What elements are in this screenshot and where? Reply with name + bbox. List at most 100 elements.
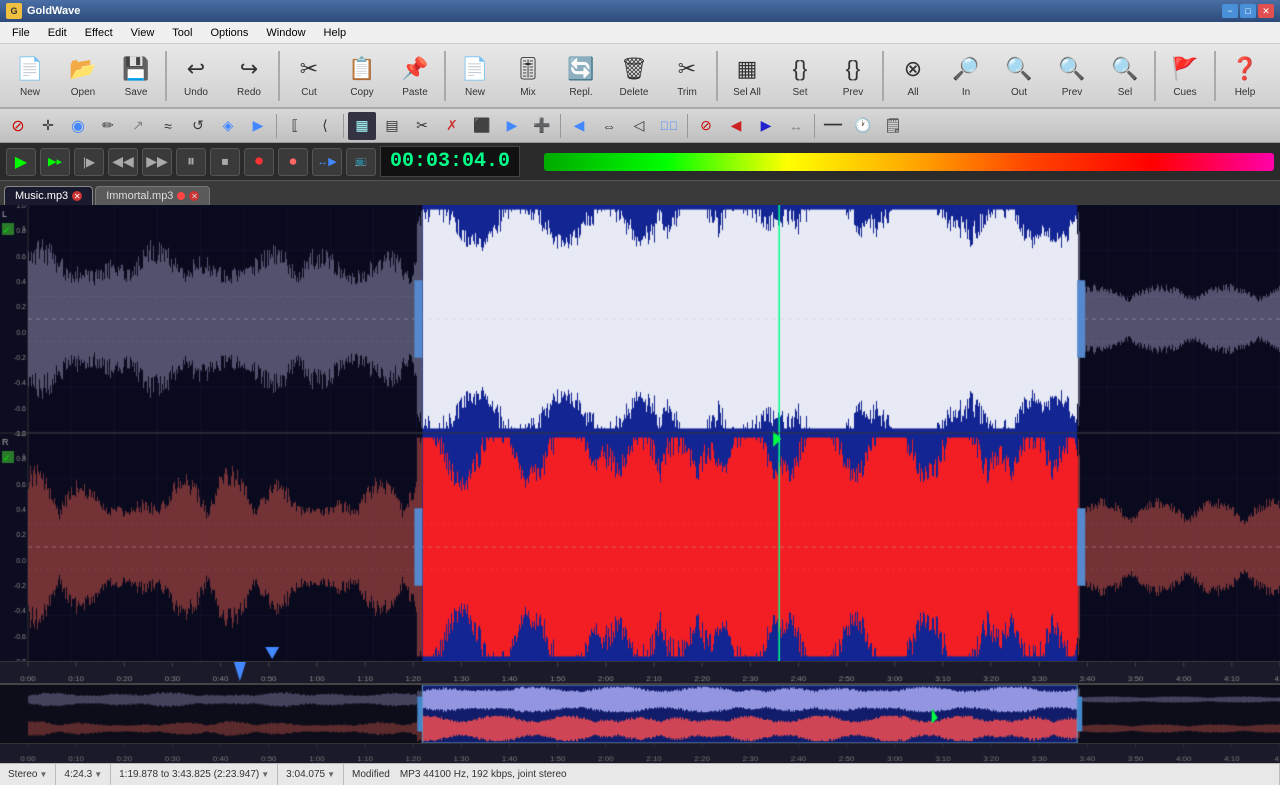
minimize-button[interactable]: − bbox=[1222, 4, 1238, 18]
effects-tool[interactable]: ⟨ bbox=[311, 112, 339, 140]
reverse-tool[interactable]: ↔ bbox=[782, 112, 810, 140]
draw-tool[interactable]: ✏ bbox=[94, 112, 122, 140]
cursor-tool[interactable]: ↗ bbox=[124, 112, 152, 140]
rightfade-tool[interactable]: ▶ bbox=[752, 112, 780, 140]
toolbar-btn-redo[interactable]: ↪Redo bbox=[223, 47, 275, 105]
toolbar-btn-paste[interactable]: 📌Paste bbox=[389, 47, 441, 105]
toolbar-btn-save[interactable]: 💾Save bbox=[110, 47, 162, 105]
toolbar-btn-label: Cut bbox=[301, 87, 317, 98]
play-button[interactable]: ▶ bbox=[6, 148, 36, 176]
toolbar-btn-copy[interactable]: 📋Copy bbox=[336, 47, 388, 105]
menu-item-window[interactable]: Window bbox=[258, 25, 313, 41]
fast-forward-button[interactable]: ▶▶ bbox=[142, 148, 172, 176]
toolbar-btn-trim[interactable]: ✂Trim bbox=[661, 47, 713, 105]
status-pos-arrow[interactable]: ▼ bbox=[327, 770, 335, 779]
toolbar-btn-cut[interactable]: ✂Cut bbox=[283, 47, 335, 105]
rewind-button[interactable]: ◀◀ bbox=[108, 148, 138, 176]
voldown-tool[interactable]: ━━━ bbox=[819, 112, 847, 140]
add-tool[interactable]: ➕ bbox=[528, 112, 556, 140]
toolbar-btn-out[interactable]: 🔍Out bbox=[993, 47, 1045, 105]
toolbar-btn-open[interactable]: 📂Open bbox=[57, 47, 109, 105]
status-selection: 1:19.878 to 3:43.825 (2:23.947) ▼ bbox=[111, 764, 278, 785]
status-selection-value: 1:19.878 to 3:43.825 (2:23.947) bbox=[119, 769, 259, 780]
status-format: Modified MP3 44100 Hz, 192 kbps, joint s… bbox=[344, 764, 1280, 785]
menu-item-file[interactable]: File bbox=[4, 25, 38, 41]
status-mode-value: Stereo bbox=[8, 769, 37, 780]
rotate-tool[interactable]: ↺ bbox=[184, 112, 212, 140]
spectrum2-tool[interactable]: ▤ bbox=[378, 112, 406, 140]
record-stop-button[interactable]: ⏺ bbox=[278, 148, 308, 176]
scissor-tool[interactable]: ✂ bbox=[408, 112, 436, 140]
minimap-canvas[interactable] bbox=[0, 685, 1280, 743]
x-tool[interactable]: ✗ bbox=[438, 112, 466, 140]
menu-item-effect[interactable]: Effect bbox=[77, 25, 121, 41]
toolbar2-sep2 bbox=[343, 114, 344, 138]
record-view[interactable]: ◉ bbox=[64, 112, 92, 140]
toolbar-btn-prev[interactable]: {}Prev bbox=[827, 47, 879, 105]
leftarrow-tool[interactable]: ◀ bbox=[565, 112, 593, 140]
app-title: GoldWave bbox=[27, 5, 80, 17]
toolbar-btn-undo[interactable]: ↩Undo bbox=[170, 47, 222, 105]
stop-button[interactable]: ⏹ bbox=[210, 148, 240, 176]
volume-bar[interactable] bbox=[544, 153, 1274, 171]
toolbar-btn-repl[interactable]: 🔄Repl. bbox=[555, 47, 607, 105]
color-tool[interactable]: ⬛ bbox=[468, 112, 496, 140]
toolbar-btn-new[interactable]: 📄New bbox=[4, 47, 56, 105]
toolbar-btn-label: New bbox=[465, 87, 485, 98]
minimap-row bbox=[0, 683, 1280, 743]
waveform-tool[interactable]: ≈ bbox=[154, 112, 182, 140]
arrow2-tool[interactable]: ▶ bbox=[498, 112, 526, 140]
minimap-timeline-canvas bbox=[0, 744, 1280, 763]
tab-music[interactable]: Music.mp3 ✕ bbox=[4, 186, 93, 205]
toolbar-btn-new[interactable]: 📄New bbox=[449, 47, 501, 105]
loop-button[interactable]: ↔▶ bbox=[312, 148, 342, 176]
tab-immortal[interactable]: Immortal.mp3 ✕ bbox=[95, 186, 210, 205]
settings-mini-button[interactable]: 📺 bbox=[346, 148, 376, 176]
snap-tool[interactable]: ◈ bbox=[214, 112, 242, 140]
pause-button[interactable]: ⏸ bbox=[176, 148, 206, 176]
rightarrow-tool[interactable]: ▷⃝ bbox=[655, 112, 683, 140]
toolbar-btn-in[interactable]: 🔎In bbox=[940, 47, 992, 105]
toolbar-btn-mix[interactable]: 🎚Mix bbox=[502, 47, 554, 105]
fx-tool[interactable]: ⟦ bbox=[281, 112, 309, 140]
toolbar-btn-all[interactable]: ⊗All bbox=[887, 47, 939, 105]
leftarrow2-tool[interactable]: ◁ bbox=[625, 112, 653, 140]
stop-icon-btn[interactable]: ⊘ bbox=[4, 112, 32, 140]
stop2-tool[interactable]: ⊘ bbox=[692, 112, 720, 140]
move-tool[interactable]: ✛ bbox=[34, 112, 62, 140]
leftfade-tool[interactable]: ◀ bbox=[722, 112, 750, 140]
note-tool[interactable]: 🗒 bbox=[879, 112, 907, 140]
spectrum-tool[interactable]: ▦ bbox=[348, 112, 376, 140]
toolbar-btn-label: Copy bbox=[350, 87, 373, 98]
dblarrow-tool[interactable]: ⇔ bbox=[595, 112, 623, 140]
play-from-start-button[interactable]: |▶ bbox=[74, 148, 104, 176]
toolbar-btn-cues[interactable]: 🚩Cues bbox=[1159, 47, 1211, 105]
status-sel-arrow[interactable]: ▼ bbox=[261, 770, 269, 779]
menu-item-help[interactable]: Help bbox=[316, 25, 355, 41]
toolbar-btn-set[interactable]: {}Set bbox=[774, 47, 826, 105]
clock-tool[interactable]: 🕐 bbox=[849, 112, 877, 140]
titlebar: G GoldWave − □ ✕ bbox=[0, 0, 1280, 22]
toolbar-btn-sel-all[interactable]: ▦Sel All bbox=[721, 47, 773, 105]
menu-item-edit[interactable]: Edit bbox=[40, 25, 75, 41]
menu-item-tool[interactable]: Tool bbox=[164, 25, 200, 41]
toolbar-btn-label: Sel bbox=[1118, 87, 1132, 98]
toolbar-btn-delete[interactable]: 🗑Delete bbox=[608, 47, 660, 105]
toolbar-btn-label: Redo bbox=[237, 87, 261, 98]
tab-immortal-close[interactable]: ✕ bbox=[189, 191, 199, 201]
tab-music-close[interactable]: ✕ bbox=[72, 191, 82, 201]
menu-item-view[interactable]: View bbox=[123, 25, 163, 41]
toolbar-btn-label: Sel All bbox=[733, 87, 761, 98]
status-dur-arrow[interactable]: ▼ bbox=[94, 770, 102, 779]
toolbar-btn-sel[interactable]: 🔍Sel bbox=[1099, 47, 1151, 105]
toolbar-btn-prev[interactable]: 🔍Prev bbox=[1046, 47, 1098, 105]
close-button[interactable]: ✕ bbox=[1258, 4, 1274, 18]
maximize-button[interactable]: □ bbox=[1240, 4, 1256, 18]
arrow-right-tool[interactable]: ▶ bbox=[244, 112, 272, 140]
menu-item-options[interactable]: Options bbox=[202, 25, 256, 41]
toolbar-btn-help[interactable]: ❓Help bbox=[1219, 47, 1271, 105]
status-mode-arrow[interactable]: ▼ bbox=[39, 770, 47, 779]
play-selection-button[interactable]: ▶▸ bbox=[40, 148, 70, 176]
waveform-canvas[interactable] bbox=[0, 205, 1280, 661]
record-button[interactable]: ⏺ bbox=[244, 148, 274, 176]
